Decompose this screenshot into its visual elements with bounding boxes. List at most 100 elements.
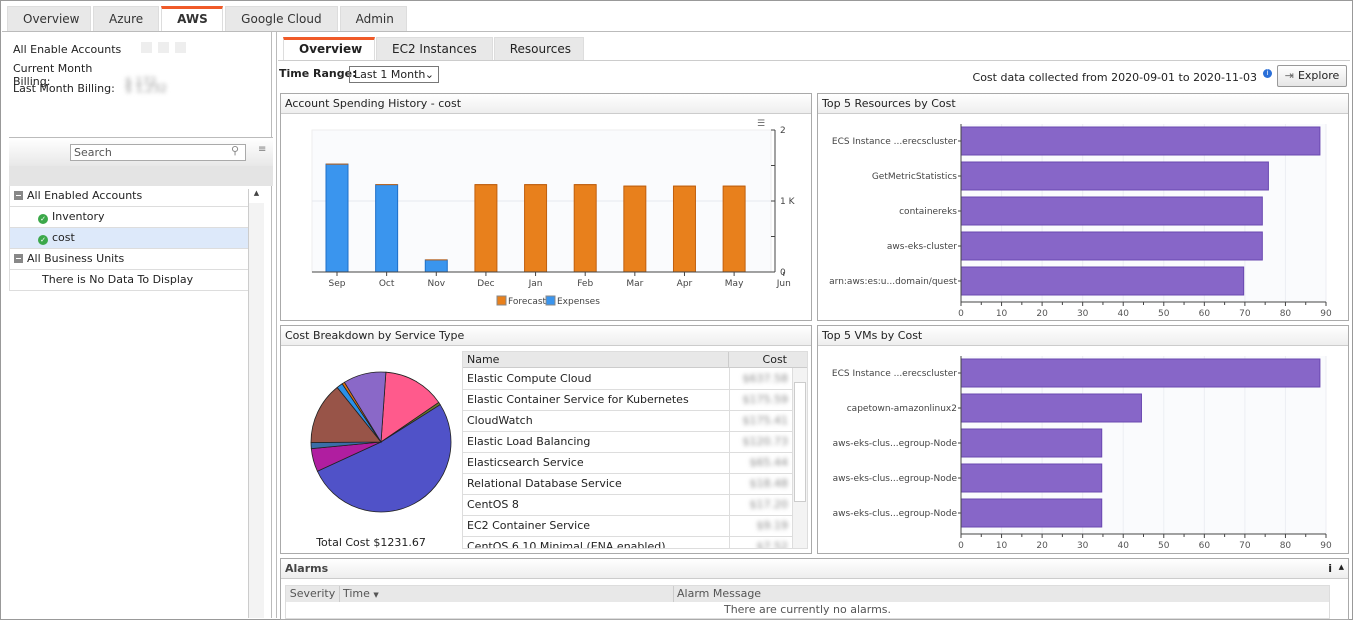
total-cost: Total Cost $1231.67 [316, 536, 426, 549]
y-category-label: ECS Instance ...erecscluster [832, 137, 957, 147]
service-cost: $7.52 [729, 536, 793, 548]
bar [960, 266, 1245, 296]
panel-title: Alarms [281, 559, 1348, 579]
spending-history-panel: Account Spending History - cost Sep Oct No… [280, 93, 812, 321]
subtab-ec2-instances[interactable]: EC2 Instances [376, 37, 493, 61]
tree-group-all-business-units[interactable]: All Business Units [9, 249, 255, 270]
column-header-severity[interactable]: Severity [286, 586, 340, 602]
collapse-icon[interactable] [14, 191, 23, 200]
service-name: CentOS 8 [463, 494, 730, 516]
spending-history-chart: Sep Oct Nov Dec Jan Feb Mar Apr May Jun0 1 K 2 ☰ Fore… [311, 119, 796, 307]
column-header-name[interactable]: Name [463, 352, 729, 367]
table-row[interactable]: EC2 Container Service $9.19 [463, 515, 793, 537]
table-row[interactable]: CentOS 6.10 Minimal (ENA enabled) $7.52 [463, 536, 793, 548]
tab-overview[interactable]: Overview [7, 6, 91, 32]
top-vms-panel: Top 5 VMs by Cost 0 10 20 30 40 50 60 70 80 90 ECS… [817, 325, 1349, 554]
bar-expenses [424, 259, 448, 273]
tree-scrollbar[interactable]: ▲ [248, 189, 264, 618]
column-header-cost[interactable]: Cost [729, 352, 791, 367]
label: All Enable Accounts [13, 43, 122, 56]
y-category-label: aws-eks-cluster [887, 242, 957, 252]
app-window: Overview Azure AWS Google Cloud Admin Al… [0, 0, 1353, 620]
x-tick-label: 20 [1036, 541, 1048, 551]
bar-forecast [672, 185, 696, 273]
tab-azure[interactable]: Azure [93, 6, 160, 32]
cost-pie-chart [310, 371, 452, 513]
subtab-resources[interactable]: Resources [493, 37, 584, 61]
time-range-select[interactable]: Last 1 Month ⌄ [349, 66, 439, 83]
bar-expenses [375, 184, 399, 273]
table-row[interactable]: Elastic Container Service for Kubernetes… [463, 389, 793, 411]
label: Inventory [52, 210, 105, 223]
y-category-label: containereks [899, 207, 957, 217]
x-tick-label: Feb [577, 279, 593, 289]
bar [960, 428, 1103, 458]
column-header-time[interactable]: Time ▼ [340, 586, 674, 602]
table-scrollbar[interactable] [792, 368, 807, 548]
x-tick-label: 80 [1280, 541, 1292, 551]
table-row[interactable]: Elastic Load Balancing $120.73 [463, 431, 793, 453]
explore-icon: ⇥ [1284, 69, 1294, 82]
y-tick-label: 1 K [780, 197, 796, 207]
collapse-icon[interactable]: ▲ [1339, 563, 1344, 571]
service-name: Elastic Compute Cloud [463, 368, 730, 390]
service-cost: $120.73 [729, 431, 793, 453]
service-cost: $18.48 [729, 473, 793, 495]
subtab-overview[interactable]: Overview [283, 37, 375, 61]
table-row[interactable]: Elasticsearch Service $65.44 [463, 452, 793, 474]
tree-item-cost[interactable]: ✓ cost [9, 228, 255, 249]
service-name: Elasticsearch Service [463, 452, 730, 474]
list-options-icon[interactable]: ≡ [258, 144, 266, 155]
service-cost: $9.19 [729, 515, 793, 537]
panel-title: Cost Breakdown by Service Type [281, 326, 811, 346]
info-icon[interactable]: i [1263, 69, 1272, 78]
collapse-icon[interactable] [14, 254, 23, 263]
time-range-label: Time Range: [279, 67, 357, 80]
sort-down-icon: ▼ [373, 591, 379, 599]
x-tick-label: 60 [1199, 309, 1211, 319]
explore-button[interactable]: ⇥ Explore [1277, 65, 1347, 87]
x-tick-label: Nov [427, 279, 445, 289]
bar [960, 393, 1142, 423]
y-tick-label: 2 [780, 126, 786, 136]
x-tick-label: Sep [329, 279, 346, 289]
info-icon[interactable]: i [1328, 562, 1332, 575]
tree-item-inventory[interactable]: ✓ Inventory [9, 207, 255, 228]
tab-google-cloud[interactable]: Google Cloud [225, 6, 338, 32]
table-row[interactable]: CloudWatch $175.41 [463, 410, 793, 432]
chevron-down-icon: ⌄ [424, 68, 434, 81]
x-tick-label: 50 [1158, 541, 1170, 551]
bar [960, 161, 1269, 191]
table-row[interactable]: Relational Database Service $18.48 [463, 473, 793, 495]
service-name: EC2 Container Service [463, 515, 730, 537]
x-tick-label: 60 [1199, 541, 1211, 551]
x-tick-label: 20 [1036, 309, 1048, 319]
x-tick-label: Jan [528, 279, 543, 289]
x-tick-label: 90 [1320, 541, 1332, 551]
last-month-value: $ 1,232 [125, 82, 167, 95]
x-tick-label: 70 [1239, 541, 1251, 551]
bar-forecast [524, 184, 548, 273]
search-input[interactable]: Search [70, 144, 246, 161]
x-tick-label: 70 [1239, 309, 1251, 319]
search-icon[interactable]: ⚲ [231, 144, 239, 157]
tree-group-all-enabled-accounts[interactable]: All Enabled Accounts [9, 186, 255, 207]
x-tick-label: Apr [677, 279, 693, 289]
tab-aws[interactable]: AWS [161, 6, 224, 32]
y-category-label: GetMetricStatistics [872, 172, 957, 182]
y-category-label: arn:aws:es:u...domain/quest [829, 277, 957, 287]
legend-swatch [496, 295, 507, 306]
column-header-alarm-message[interactable]: Alarm Message [674, 586, 761, 602]
service-name: CentOS 6.10 Minimal (ENA enabled) [463, 536, 730, 548]
service-cost: $175.59 [729, 389, 793, 411]
x-tick-label: 90 [1320, 309, 1332, 319]
sub-tabs: Overview EC2 Instances Resources [283, 37, 585, 61]
x-tick-label: 10 [996, 309, 1008, 319]
table-row[interactable]: Elastic Compute Cloud $637.58 [463, 368, 793, 390]
top-vms-chart: 0 10 20 30 40 50 60 70 80 90 ECS Instance ...erecs… [832, 356, 1332, 551]
tab-admin[interactable]: Admin [339, 6, 407, 32]
table-row[interactable]: CentOS 8 $17.20 [463, 494, 793, 516]
bar-forecast [722, 185, 746, 273]
x-tick-label: 10 [996, 541, 1008, 551]
account-tree: Search ⚲ ≡ All Enabled Accounts ✓ Invento… [9, 137, 273, 618]
